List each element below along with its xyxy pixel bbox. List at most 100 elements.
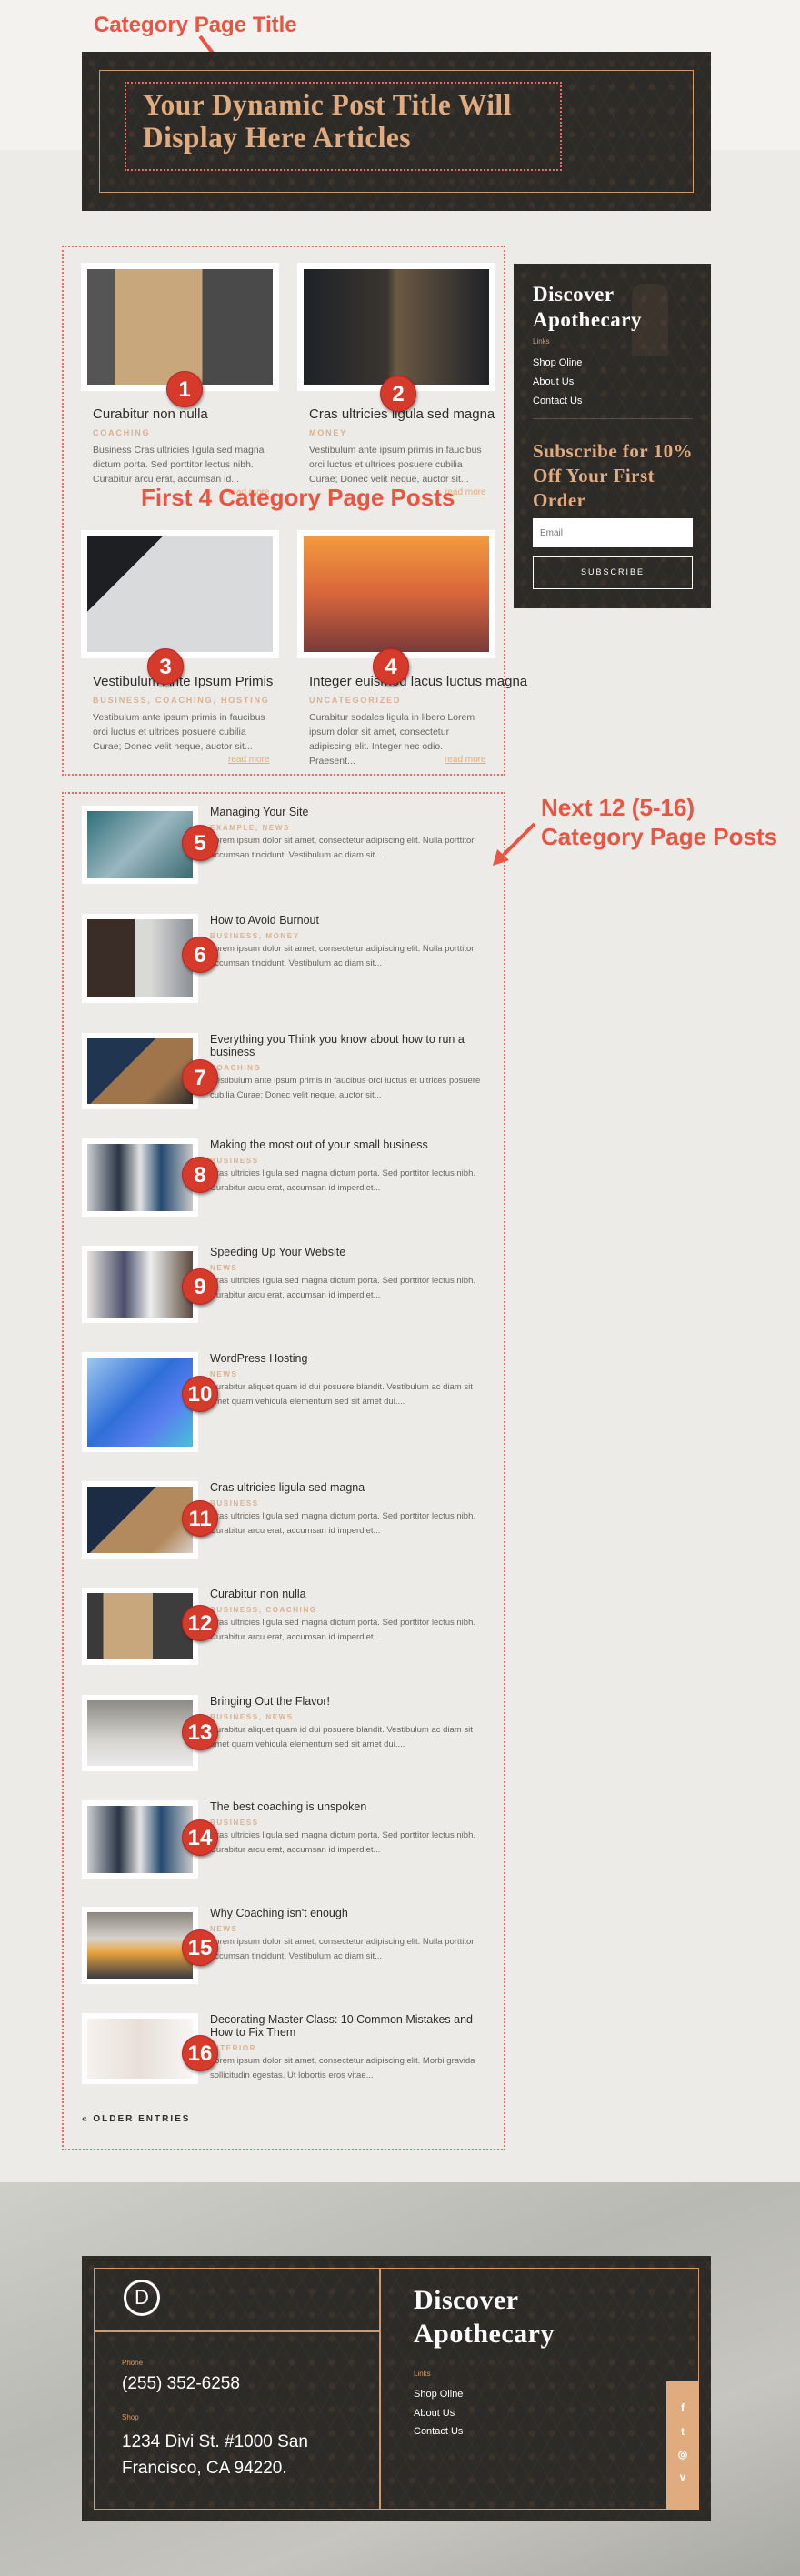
list-post-thumbnail[interactable] [82,806,198,884]
list-post-thumbnail[interactable] [82,1246,198,1323]
footer-title: Discover Apothecary [414,2285,555,2349]
shop-label: Shop [122,2413,139,2421]
list-post-thumbnail[interactable] [82,1138,198,1217]
read-more-link[interactable]: read more [228,755,270,765]
subscribe-heading: Subscribe for 10% Off Your First Order [533,440,694,511]
list-post-title[interactable]: Speeding Up Your Website [210,1246,483,1258]
list-post-category[interactable]: BUSINESS, MONEY [210,932,300,940]
facebook-icon[interactable]: f [666,2401,699,2414]
list-post-image [87,1358,193,1447]
number-badge: 13 [182,1714,218,1750]
number-badge: 16 [182,2035,218,2071]
footer-link-contact[interactable]: Contact Us [414,2426,463,2437]
post-excerpt: Vestibulum ante ipsum primis in faucibus… [93,712,265,752]
instagram-icon[interactable]: ◎ [666,2448,699,2461]
list-post-title[interactable]: WordPress Hosting [210,1352,483,1365]
list-post-title[interactable]: Everything you Think you know about how … [210,1033,483,1058]
list-post-category[interactable]: BUSINESS [210,1819,259,1827]
subscribe-button[interactable]: SUBSCRIBE [533,556,693,589]
older-entries-link[interactable]: « OLDER ENTRIES [82,2114,190,2124]
number-badge: 8 [182,1157,218,1193]
list-post-excerpt: Lorem ipsum dolor sit amet, consectetur … [210,944,475,968]
arrow-to-list [500,822,536,858]
social-bar: f t ◎ v [666,2381,699,2510]
list-post-excerpt: Cras ultricies ligula sed magna dictum p… [210,1830,475,1855]
post-category[interactable]: COACHING [93,428,150,437]
list-post-title[interactable]: Cras ultricies ligula sed magna [210,1481,483,1494]
list-post-image [87,1038,193,1104]
post-title[interactable]: Curabitur non nulla [93,406,208,422]
number-badge: 2 [380,376,416,412]
number-badge: 7 [182,1059,218,1096]
sidebar-link-shop[interactable]: Shop Oline [533,357,582,368]
post-thumbnail[interactable] [297,530,495,658]
list-post-category[interactable]: EXAMPLE, NEWS [210,824,290,832]
list-post-thumbnail[interactable] [82,1033,198,1109]
phone-number: (255) 352-6258 [122,2374,240,2393]
phone-label: Phone [122,2359,144,2367]
list-post-title[interactable]: Curabitur non nulla [210,1588,483,1600]
footer-link-about[interactable]: About Us [414,2408,455,2419]
list-post-title[interactable]: Making the most out of your small busine… [210,1138,483,1151]
post-category[interactable]: UNCATEGORIZED [309,696,401,705]
list-post-category[interactable]: BUSINESS [210,1157,259,1165]
number-badge: 9 [182,1268,218,1305]
post-category[interactable]: MONEY [309,428,347,437]
sidebar-link-contact[interactable]: Contact Us [533,396,582,406]
list-post-excerpt: Lorem ipsum dolor sit amet, consectetur … [210,1937,475,1961]
read-more-link[interactable]: read more [445,755,486,765]
list-post-thumbnail[interactable] [82,1588,198,1665]
footer-divider-horizontal [94,2330,379,2332]
list-post-thumbnail[interactable] [82,1352,198,1452]
list-post-excerpt: Cras ultricies ligula sed magna dictum p… [210,1276,475,1300]
list-post-category[interactable]: BUSINESS, NEWS [210,1713,294,1721]
list-post-category[interactable]: NEWS [210,1264,237,1272]
list-post-image [87,1912,193,1979]
footer-links-label: Links [414,2370,431,2378]
list-post-title[interactable]: Managing Your Site [210,806,483,818]
post-title[interactable]: Vestibulum Ante Ipsum Primis [93,674,273,689]
list-post-title[interactable]: How to Avoid Burnout [210,914,483,927]
list-post-title[interactable]: The best coaching is unspoken [210,1800,483,1813]
list-post-thumbnail[interactable] [82,1800,198,1879]
list-post-excerpt: Curabitur aliquet quam id dui posuere bl… [210,1725,473,1749]
list-post-image [87,811,193,878]
post-image [304,536,489,652]
sidebar-divider [533,418,693,419]
list-post-thumbnail[interactable] [82,1907,198,1984]
post-excerpt: Vestibulum ante ipsum primis in faucibus… [309,445,482,485]
post-thumbnail[interactable] [297,263,495,391]
list-post-image [87,1593,193,1659]
post-image [87,536,273,652]
list-post-image [87,1251,193,1318]
list-post-category[interactable]: BUSINESS [210,1499,259,1508]
number-badge: 14 [182,1819,218,1856]
post-category[interactable]: BUSINESS, COACHING, HOSTING [93,696,270,705]
post-title[interactable]: Integer euismod lacus luctus magna [309,674,527,689]
vimeo-icon[interactable]: v [666,2471,699,2483]
number-badge: 6 [182,937,218,973]
list-post-category[interactable]: COACHING [210,1064,261,1072]
list-post-thumbnail[interactable] [82,1481,198,1559]
footer-link-shop[interactable]: Shop Oline [414,2389,463,2400]
list-post-title[interactable]: Why Coaching isn't enough [210,1907,483,1919]
post-thumbnail[interactable] [81,530,279,658]
list-post-category[interactable]: BUSINESS, COACHING [210,1606,317,1614]
list-post-excerpt: Vestibulum ante ipsum primis in faucibus… [210,1076,481,1100]
list-post-thumbnail[interactable] [82,1695,198,1771]
list-post-thumbnail[interactable] [82,2013,198,2084]
divi-logo[interactable]: D [124,2280,160,2316]
number-badge: 10 [182,1376,218,1412]
list-post-title[interactable]: Decorating Master Class: 10 Common Mista… [210,2013,483,2039]
email-input[interactable] [533,518,693,547]
twitter-icon[interactable]: t [666,2425,699,2438]
list-post-title[interactable]: Bringing Out the Flavor! [210,1695,483,1708]
sidebar-link-about[interactable]: About Us [533,376,574,387]
list-post-category[interactable]: NEWS [210,1925,237,1933]
number-badge: 3 [147,648,184,685]
list-post-category[interactable]: NEWS [210,1370,237,1378]
list-post-thumbnail[interactable] [82,914,198,1003]
list-post-image [87,2019,193,2079]
annotation-next-posts: Next 12 (5-16) Category Page Posts [541,793,777,851]
number-badge: 1 [166,371,203,407]
